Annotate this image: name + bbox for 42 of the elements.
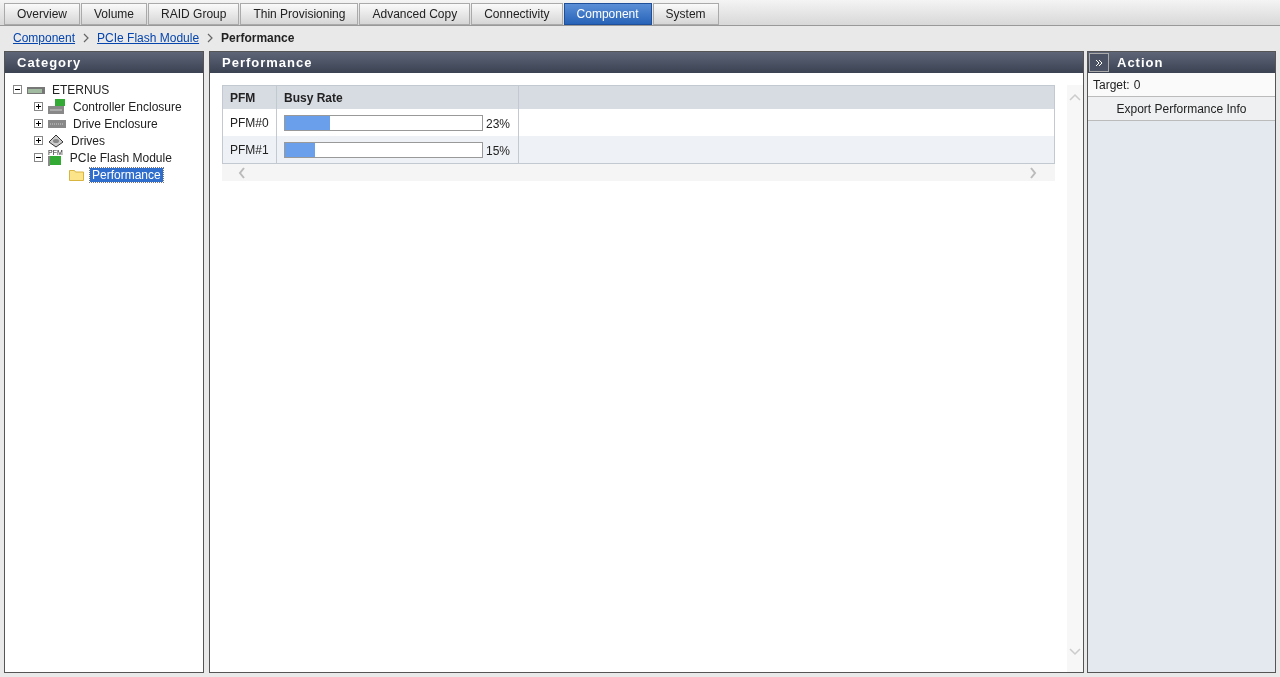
tree-item[interactable]: Controller Enclosure [71, 99, 184, 114]
tree-item[interactable]: Drives [69, 133, 107, 148]
table-cell: PFM#1 [222, 136, 277, 164]
busy-rate-value: 23% [486, 116, 511, 131]
folder-icon [69, 168, 85, 181]
expand-icon[interactable] [34, 136, 43, 145]
nav-tab[interactable]: Connectivity [471, 3, 563, 25]
storage-icon [27, 84, 45, 95]
nav-tab[interactable]: Volume [81, 3, 148, 25]
collapse-icon[interactable] [34, 153, 43, 162]
column-header: PFM [222, 85, 277, 109]
tree-item[interactable]: PCIe Flash Module [67, 150, 174, 165]
nav-tab[interactable]: Overview [4, 3, 80, 25]
double-chevron-icon [1095, 58, 1103, 67]
tree-item[interactable]: Drive Enclosure [71, 116, 160, 131]
column-header: Busy Rate [276, 85, 519, 109]
panel-header: Category [5, 52, 203, 73]
chevron-icon [83, 33, 90, 43]
enclosure-icon [48, 118, 66, 129]
target-count: 0 [1133, 77, 1141, 92]
nav-tab[interactable]: System [652, 3, 719, 25]
panel-header: Performance [210, 52, 1083, 73]
expand-icon[interactable] [34, 119, 43, 128]
collapse-icon[interactable] [13, 85, 22, 94]
breadcrumb-link[interactable]: PCIe Flash Module [97, 31, 200, 45]
action-button[interactable]: Export Performance Info [1088, 97, 1275, 121]
nav-tab[interactable]: Advanced Copy [359, 3, 471, 25]
panel-header: Action [1117, 55, 1164, 70]
hard-drive-icon [48, 133, 64, 148]
nav-tab[interactable]: Thin Provisioning [240, 3, 359, 25]
chevron-icon [207, 33, 214, 43]
expand-icon[interactable] [34, 102, 43, 111]
controller-icon [48, 98, 66, 115]
nav-tab[interactable]: Component [563, 3, 652, 25]
target-label: Target: [1093, 77, 1130, 92]
busy-rate-value: 15% [486, 143, 511, 158]
collapse-button[interactable] [1089, 53, 1109, 72]
breadcrumb-link[interactable]: Component [13, 31, 76, 45]
tree-item[interactable]: ETERNUS [50, 82, 112, 97]
breadcrumb-current: Performance [221, 31, 295, 45]
nav-tab[interactable]: RAID Group [148, 3, 240, 25]
tree-item[interactable]: Performance [90, 167, 163, 182]
